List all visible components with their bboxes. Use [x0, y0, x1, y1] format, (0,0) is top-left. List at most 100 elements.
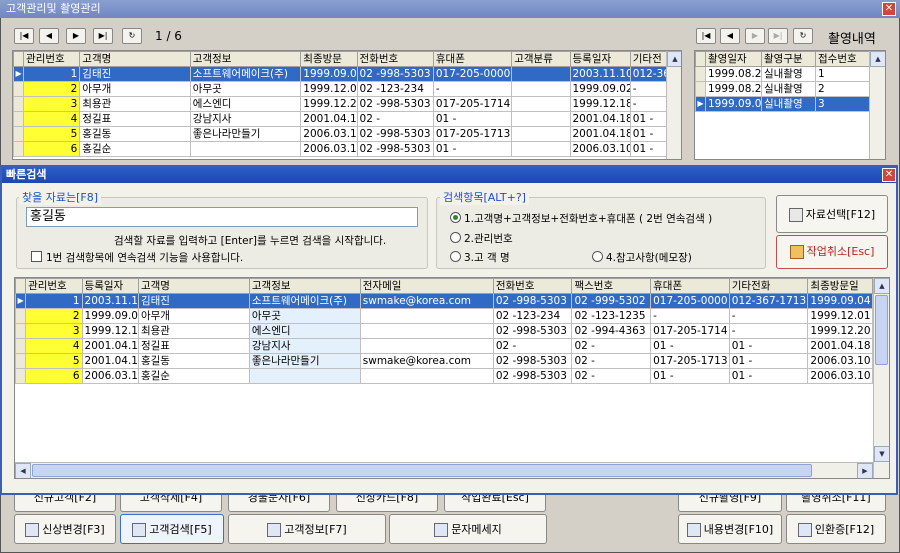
main_grid-cell[interactable]: 02 -998-5303 — [356, 96, 434, 112]
dialog.grid-row[interactable]: 31999.12.18최용관에스엔디 02 -998-530302 -994-43… — [15, 323, 873, 339]
dialog.grid-column-header[interactable]: 기타전화 — [728, 278, 809, 294]
dialog.grid-cell[interactable]: 6 — [25, 368, 83, 384]
main_grid-cell[interactable] — [511, 96, 571, 112]
select-data-button[interactable]: 자료선택[F12] — [776, 195, 888, 233]
dialog.grid-cell[interactable]: 2006.03.10 — [81, 368, 139, 384]
main_grid-cell[interactable]: 01 - — [629, 111, 668, 127]
last-record-button[interactable]: ▶| — [93, 28, 113, 44]
main_grid-cell[interactable]: 소프트웨어메이크(주) — [189, 66, 302, 82]
dialog.grid-cell[interactable]: 에스엔디 — [248, 323, 361, 339]
dialog.grid-cell[interactable]: swmake@korea.com — [359, 293, 494, 309]
dialog.grid-cell[interactable] — [359, 323, 494, 339]
main_grid-cell[interactable]: 최용관 — [79, 96, 191, 112]
main_grid-cell[interactable]: 02 - — [356, 111, 434, 127]
main_grid-cell[interactable]: 2 — [23, 81, 81, 97]
text-message-button[interactable]: 문자메세지 — [389, 514, 547, 544]
shoot_grid-cell[interactable]: 3 — [815, 96, 870, 112]
dialog.grid-cell[interactable]: 02 - — [492, 338, 573, 354]
first-record-button[interactable]: |◀ — [14, 28, 34, 44]
option-3-radio[interactable] — [450, 251, 461, 262]
main_grid-cell[interactable]: 3 — [23, 96, 81, 112]
main_grid-cell[interactable]: 2001.04.18 — [300, 111, 358, 127]
shoot_grid-row[interactable]: 1999.08.26실내촬영1 — [695, 66, 870, 82]
dialog.grid-cell[interactable]: 5 — [25, 353, 83, 369]
dialog.grid-row[interactable]: 42001.04.18정길표강남지사02 -02 -01 -01 -2001.0… — [15, 338, 873, 354]
main_grid-row[interactable]: 3최용관에스엔디1999.12.2002 -998-5303017-205-17… — [13, 96, 668, 112]
dialog.grid-column-header[interactable]: 휴대폰 — [650, 278, 730, 294]
search-result-grid[interactable]: 관리번호 등록일자 고객명 고객정보 전자메일 전화번호 팩스번호 휴대폰 기타전화 최종방문일 ▶… — [14, 277, 890, 479]
main_grid-column-header[interactable]: 전화번호 — [356, 51, 434, 67]
dialog.grid-cell[interactable]: - — [650, 308, 730, 324]
main_grid-cell[interactable]: 1999.12.01 — [300, 81, 358, 97]
scroll-up-icon[interactable]: ▲ — [874, 278, 889, 294]
main_grid-cell[interactable]: - — [432, 81, 513, 97]
dialog.grid-cell[interactable]: 2003.11.10 — [81, 293, 139, 309]
main_grid-cell[interactable]: 02 -123-234 — [356, 81, 434, 97]
dialog.grid-cell[interactable]: 1 — [25, 293, 83, 309]
shoot_grid-cell[interactable]: 1999.08.27 — [705, 81, 762, 97]
main_grid-column-header[interactable]: 휴대폰 — [432, 51, 513, 67]
main_grid-row[interactable]: 6홍길순2006.03.1002 -998-530301 -2006.03.10… — [13, 141, 668, 157]
dialog.grid-column-header[interactable]: 최종방문일 — [807, 278, 873, 294]
main_grid-cell[interactable]: 2006.03.10 — [300, 141, 358, 157]
dialog.grid-row[interactable]: 52001.04.18홍길동좋은나라만들기swmake@korea.com02 … — [15, 353, 873, 369]
main_grid-cell[interactable]: 1999.12.20 — [300, 96, 358, 112]
option-4-radio[interactable] — [592, 251, 603, 262]
main_grid-cell[interactable]: 홍길순 — [79, 141, 191, 157]
dialog.grid-cell[interactable]: 4 — [25, 338, 83, 354]
prev-record-button[interactable]: ◀ — [39, 28, 59, 44]
shoot_grid-cell[interactable]: 실내촬영 — [761, 81, 816, 97]
main_grid-cell[interactable]: 2001.04.18 — [569, 111, 631, 127]
dialog.grid-row[interactable]: 21999.09.02아무개아무곳 02 -123-23402 -123-1235… — [15, 308, 873, 324]
dialog.grid-cell[interactable]: 01 - — [650, 368, 730, 384]
shoot-first-button[interactable]: |◀ — [696, 28, 716, 44]
main_grid-cell[interactable] — [511, 141, 571, 157]
dialog.grid-cell[interactable]: 홍길동 — [137, 353, 250, 369]
dialog.grid-column-header[interactable]: 등록일자 — [81, 278, 139, 294]
main_grid-cell[interactable]: 2003.11.10 — [569, 66, 631, 82]
dialog.grid-cell[interactable]: 2 — [25, 308, 83, 324]
main_grid-cell[interactable]: 에스엔디 — [189, 96, 302, 112]
main_grid-cell[interactable] — [511, 111, 571, 127]
dialog.grid-column-header[interactable]: 고객명 — [137, 278, 250, 294]
shoot_grid-column-header[interactable]: 접수번호 — [815, 51, 870, 67]
scroll-up-icon[interactable]: ▲ — [870, 51, 885, 67]
dialog.grid-cell[interactable]: 02 -999-5302 — [571, 293, 652, 309]
main_grid-row[interactable]: ▶1김태진소프트웨어메이크(주)1999.09.0402 -998-530301… — [13, 66, 668, 82]
main_grid-cell[interactable]: 좋은나라만들기 — [189, 126, 302, 142]
main_grid-cell[interactable]: 4 — [23, 111, 81, 127]
dialog.grid-column-header[interactable]: 고객정보 — [248, 278, 361, 294]
dialog.grid-cell[interactable]: 좋은나라만들기 — [248, 353, 361, 369]
dialog.grid-cell[interactable] — [359, 368, 494, 384]
shoot_grid-cell[interactable]: 실내촬영 — [761, 96, 816, 112]
dialog.grid-cell[interactable]: 2006.03.10 — [807, 353, 873, 369]
hscroll-thumb[interactable] — [32, 464, 812, 477]
dialog.grid-cell[interactable]: 02 -123-1235 — [571, 308, 652, 324]
main_grid-cell[interactable]: 01 - — [629, 126, 668, 142]
main_grid-cell[interactable]: 017-205-1713 — [432, 126, 513, 142]
main_grid-cell[interactable]: 01 - — [432, 141, 513, 157]
result-hscrollbar[interactable]: ◀ ▶ — [15, 462, 873, 478]
dialog.grid-cell[interactable]: 아무곳 — [248, 308, 361, 324]
dialog.grid-cell[interactable]: 1999.12.20 — [807, 323, 873, 339]
main_grid-cell[interactable]: 017-205-1714 — [432, 96, 513, 112]
dialog.grid-column-header[interactable]: 팩스번호 — [571, 278, 652, 294]
content-change-button[interactable]: 내용변경[F10] — [678, 514, 782, 544]
shoot_grid-cell[interactable]: 2 — [815, 81, 870, 97]
scroll-thumb[interactable] — [875, 295, 888, 365]
shoot_grid-column-header[interactable]: 촬영일자 — [705, 51, 762, 67]
main_grid-cell[interactable]: 02 -998-5303 — [356, 126, 434, 142]
main_grid-cell[interactable]: 1999.12.18 — [569, 96, 631, 112]
main_grid-cell[interactable]: 강남지사 — [189, 111, 302, 127]
dialog.grid-cell[interactable]: - — [728, 308, 809, 324]
dialog.grid-cell[interactable]: 01 - — [650, 338, 730, 354]
main_grid-cell[interactable] — [511, 81, 571, 97]
shoot_grid-cell[interactable]: 실내촬영 — [761, 66, 816, 82]
dialog.grid-cell[interactable]: 017-205-1713 — [650, 353, 730, 369]
scroll-left-icon[interactable]: ◀ — [15, 463, 31, 478]
main_grid-cell[interactable]: - — [629, 81, 668, 97]
refresh-button[interactable]: ↻ — [122, 28, 142, 44]
main_grid-cell[interactable] — [511, 126, 571, 142]
main_grid-cell[interactable]: 2006.03.10 — [300, 126, 358, 142]
dialog.grid-cell[interactable]: 2001.04.18 — [807, 338, 873, 354]
